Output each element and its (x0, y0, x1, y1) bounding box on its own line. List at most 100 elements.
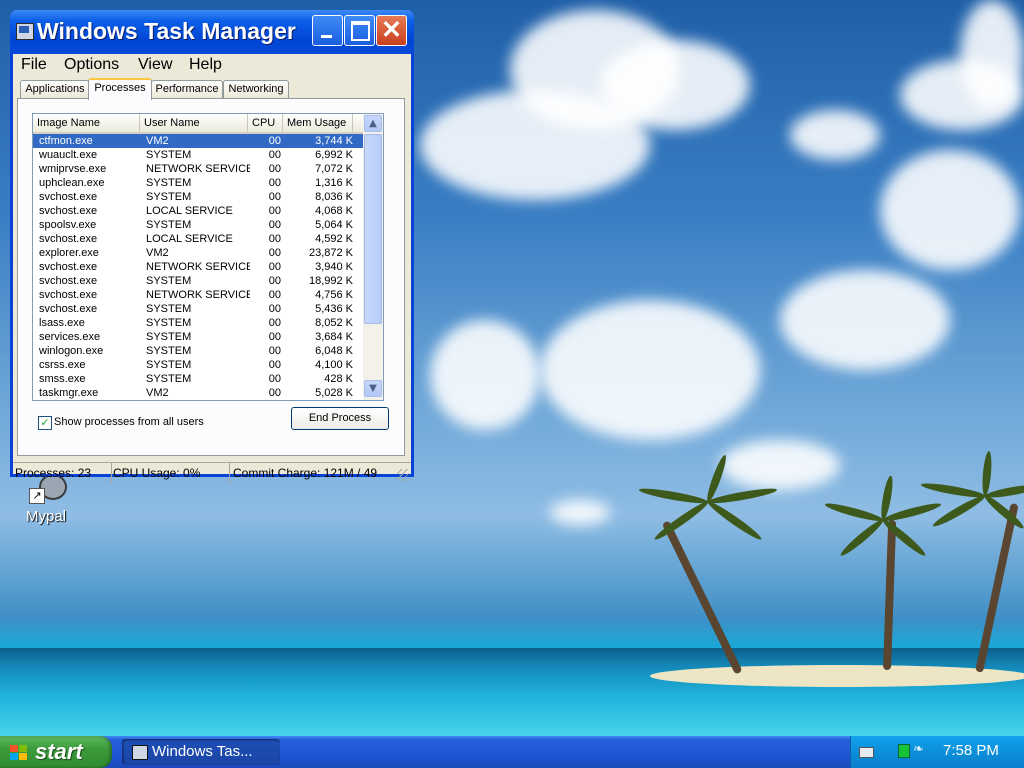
windows-logo-icon (10, 745, 28, 761)
cell-user-name: SYSTEM (146, 303, 192, 315)
table-row[interactable]: services.exe SYSTEM 00 3,684 K (33, 330, 363, 344)
cell-mem-usage: 1,316 K (315, 177, 353, 189)
cell-user-name: SYSTEM (146, 275, 192, 287)
status-bar: Processes: 23 CPU Usage: 0% Commit Charg… (13, 462, 411, 483)
cell-user-name: NETWORK SERVICE (146, 163, 250, 175)
table-row[interactable]: spoolsv.exe SYSTEM 00 5,064 K (33, 218, 363, 232)
cell-user-name: SYSTEM (146, 331, 192, 343)
table-row[interactable]: svchost.exe NETWORK SERVICE 00 4,756 K (33, 288, 363, 302)
tab-processes[interactable]: Processes (88, 78, 152, 100)
table-row[interactable]: csrss.exe SYSTEM 00 4,100 K (33, 358, 363, 372)
checkmark-icon: ✓ (40, 416, 50, 429)
vertical-scrollbar[interactable]: ▲ ▼ (363, 114, 383, 400)
table-row[interactable]: svchost.exe SYSTEM 00 5,436 K (33, 302, 363, 316)
vm-tools-icon[interactable]: ❧ (913, 743, 927, 756)
cell-image-name: services.exe (39, 331, 101, 343)
cell-image-name: svchost.exe (39, 289, 98, 301)
cell-cpu: 00 (268, 359, 281, 371)
table-row[interactable]: winlogon.exe SYSTEM 00 6,048 K (33, 344, 363, 358)
tab-applications[interactable]: Applications (20, 80, 90, 98)
cell-user-name: VM2 (146, 247, 169, 259)
cell-cpu: 00 (268, 191, 281, 203)
cloud (600, 40, 750, 130)
table-row[interactable]: svchost.exe LOCAL SERVICE 00 4,068 K (33, 204, 363, 218)
table-row[interactable]: taskmgr.exe VM2 00 5,028 K (33, 386, 363, 400)
taskbar-button-label: Windows Tas... (152, 743, 253, 760)
table-row[interactable]: wuauclt.exe SYSTEM 00 6,992 K (33, 148, 363, 162)
end-process-button[interactable]: End Process (291, 407, 389, 430)
table-row[interactable]: svchost.exe SYSTEM 00 8,036 K (33, 190, 363, 204)
cell-mem-usage: 4,756 K (315, 289, 353, 301)
cell-cpu: 00 (268, 149, 281, 161)
minimize-button[interactable] (312, 15, 343, 46)
resize-grip[interactable] (397, 469, 409, 481)
menu-file[interactable]: File (21, 56, 47, 74)
table-row[interactable]: uphclean.exe SYSTEM 00 1,316 K (33, 176, 363, 190)
system-tray: ❧ 7:58 PM (850, 736, 1024, 768)
cell-cpu: 00 (268, 331, 281, 343)
cell-cpu: 00 (268, 345, 281, 357)
close-button[interactable]: ✕ (376, 15, 407, 46)
title-bar[interactable]: Windows Task Manager ✕ (10, 10, 414, 54)
process-list[interactable]: Image Name User Name CPU Mem Usage ctfmo… (32, 113, 384, 401)
scroll-thumb[interactable] (364, 134, 382, 324)
scroll-down-icon[interactable]: ▼ (364, 380, 382, 397)
cell-image-name: svchost.exe (39, 275, 98, 287)
table-row[interactable]: svchost.exe SYSTEM 00 18,992 K (33, 274, 363, 288)
cell-mem-usage: 3,940 K (315, 261, 353, 273)
taskbar-button-task-manager[interactable]: Windows Tas... (122, 739, 280, 765)
cell-mem-usage: 4,068 K (315, 205, 353, 217)
maximize-button[interactable] (344, 15, 375, 46)
clock[interactable]: 7:58 PM (943, 742, 999, 759)
cell-image-name: svchost.exe (39, 261, 98, 273)
table-row[interactable]: svchost.exe NETWORK SERVICE 00 3,940 K (33, 260, 363, 274)
tab-networking[interactable]: Networking (223, 80, 289, 98)
cell-mem-usage: 23,872 K (308, 247, 353, 259)
cell-cpu: 00 (268, 303, 281, 315)
column-user-name[interactable]: User Name (140, 114, 248, 132)
table-row[interactable]: lsass.exe SYSTEM 00 8,052 K (33, 316, 363, 330)
start-button[interactable]: start (0, 736, 112, 768)
network-icon[interactable] (898, 744, 910, 758)
minimize-icon (321, 35, 332, 38)
cell-mem-usage: 7,072 K (315, 163, 353, 175)
task-manager-window: Windows Task Manager ✕ File Options View… (10, 10, 414, 483)
table-row[interactable]: wmiprvse.exe NETWORK SERVICE 00 7,072 K (33, 162, 363, 176)
cell-user-name: SYSTEM (146, 191, 192, 203)
table-row[interactable]: smss.exe SYSTEM 00 428 K (33, 372, 363, 386)
show-all-users-label[interactable]: Show processes from all users (54, 416, 204, 428)
cell-image-name: svchost.exe (39, 303, 98, 315)
cell-image-name: svchost.exe (39, 191, 98, 203)
column-cpu[interactable]: CPU (248, 114, 283, 132)
cell-user-name: VM2 (146, 387, 169, 399)
column-image-name[interactable]: Image Name (33, 114, 140, 132)
cell-mem-usage: 4,592 K (315, 233, 353, 245)
cell-user-name: SYSTEM (146, 373, 192, 385)
scroll-up-icon[interactable]: ▲ (364, 115, 382, 132)
desktop-icon-label: Mypal (25, 508, 66, 525)
cell-image-name: spoolsv.exe (39, 219, 97, 231)
cell-image-name: wuauclt.exe (39, 149, 98, 161)
menu-help[interactable]: Help (189, 56, 222, 74)
table-row[interactable]: explorer.exe VM2 00 23,872 K (33, 246, 363, 260)
table-row[interactable]: ctfmon.exe VM2 00 3,744 K (33, 134, 363, 148)
keyboard-icon[interactable] (859, 747, 874, 758)
cell-image-name: taskmgr.exe (39, 387, 99, 399)
maximize-icon (351, 21, 370, 41)
cell-user-name: VM2 (146, 135, 169, 147)
table-row[interactable]: svchost.exe LOCAL SERVICE 00 4,592 K (33, 232, 363, 246)
menu-view[interactable]: View (138, 56, 172, 74)
show-all-users-checkbox[interactable]: ✓ (38, 416, 52, 430)
menu-options[interactable]: Options (64, 56, 119, 74)
cell-image-name: wmiprvse.exe (39, 163, 107, 175)
start-label: start (35, 739, 83, 764)
cell-mem-usage: 3,744 K (315, 135, 353, 147)
column-mem-usage[interactable]: Mem Usage (283, 114, 353, 132)
sea (0, 648, 1024, 736)
cell-image-name: lsass.exe (39, 317, 85, 329)
tab-performance[interactable]: Performance (151, 80, 223, 98)
close-icon: ✕ (381, 16, 402, 44)
window-title: Windows Task Manager (37, 18, 296, 44)
cell-user-name: NETWORK SERVICE (146, 261, 250, 273)
cell-cpu: 00 (268, 177, 281, 189)
